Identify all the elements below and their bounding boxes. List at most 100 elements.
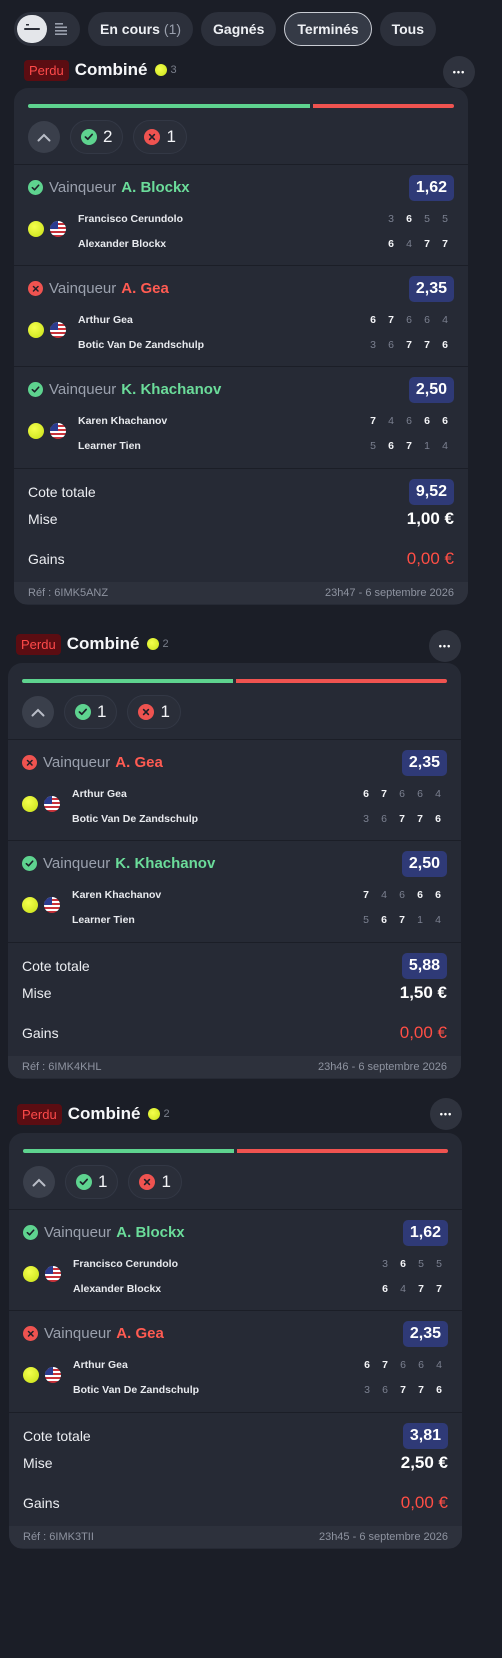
tab-en-cours[interactable]: En cours (1) <box>88 12 194 46</box>
progress-lost <box>237 1149 448 1153</box>
set-score: 6 <box>381 813 387 825</box>
set-score: 6 <box>400 1359 406 1371</box>
score-row: 36776 <box>357 807 447 832</box>
market-label: Vainqueur <box>43 855 111 872</box>
more-options-button[interactable]: ••• <box>443 56 475 88</box>
us-flag-icon <box>50 221 66 237</box>
tab-gagnes[interactable]: Gagnés <box>201 12 277 46</box>
players-list: Francisco Cerundolo Alexander Blockx <box>78 207 183 257</box>
status-badge: Perdu <box>17 1103 62 1125</box>
view-toggle <box>14 12 80 46</box>
cross-circle-icon <box>22 755 37 770</box>
collapse-button[interactable] <box>22 696 54 728</box>
players-list: Karen Khachanov Learner Tien <box>78 409 167 459</box>
selection-row[interactable]: Vainqueur A. Gea 2,35 Arthur Gea Botic Van D… <box>9 1310 462 1410</box>
player-name: Francisco Cerundolo <box>73 1258 179 1270</box>
market-label: Vainqueur <box>49 179 117 196</box>
set-score: 7 <box>442 238 448 250</box>
ellipsis-icon: ••• <box>452 67 466 77</box>
odds-badge: 2,50 <box>401 851 447 877</box>
set-score: 4 <box>435 914 441 926</box>
score-row: 67664 <box>357 782 447 807</box>
set-score: 6 <box>400 1258 406 1270</box>
set-score: 6 <box>424 314 430 326</box>
market-label: Vainqueur <box>49 381 117 398</box>
result-summary: 11 <box>23 1165 182 1199</box>
progress-won <box>23 1149 234 1153</box>
set-score: 3 <box>364 1384 370 1396</box>
gains-label: Gains <box>22 1025 59 1041</box>
cross-circle-icon <box>144 129 161 145</box>
collapse-button[interactable] <box>28 121 60 153</box>
tab-label: En cours <box>100 21 160 37</box>
selection-row[interactable]: Vainqueur K. Khachanov 2,50 Karen Khachanov… <box>14 366 468 466</box>
set-score: 6 <box>435 889 441 901</box>
tennis-ball-icon <box>22 796 38 812</box>
check-circle-icon <box>28 382 43 397</box>
result-progress-bar <box>22 679 447 683</box>
tennis-ball-icon <box>23 1266 39 1282</box>
odds-badge: 2,35 <box>401 750 447 776</box>
total-odds-value: 5,88 <box>401 953 447 979</box>
set-score: 6 <box>363 788 369 800</box>
score-row: 6477 <box>376 1277 448 1302</box>
set-score: 4 <box>442 440 448 452</box>
players-list: Arthur Gea Botic Van De Zandschulp <box>78 308 204 358</box>
lost-count: 1 <box>160 702 170 721</box>
set-score: 4 <box>388 415 394 427</box>
set-score: 4 <box>435 788 441 800</box>
set-score: 6 <box>364 1359 370 1371</box>
player-name: Karen Khachanov <box>78 415 168 427</box>
set-score: 1 <box>417 914 423 926</box>
selection-row[interactable]: Vainqueur A. Gea 2,35 Arthur Gea Botic Van D… <box>8 739 461 839</box>
stake-row: Mise 1,50 € <box>22 983 447 1003</box>
won-count: 1 <box>97 702 107 721</box>
stake-value: 1,00 € <box>406 509 454 528</box>
player-name: Alexander Blockx <box>73 1283 162 1295</box>
bet-type: Combiné <box>74 60 148 79</box>
set-score: 7 <box>363 889 369 901</box>
bet-card: 1 1 Vainqueur A. Blockx 1,62 Francisco Cerund… <box>9 1133 462 1549</box>
more-options-button[interactable]: ••• <box>429 630 461 662</box>
list-detail-icon[interactable] <box>47 15 77 43</box>
stake-value: 1,50 € <box>399 983 447 1002</box>
stake-label: Mise <box>22 985 52 1001</box>
player-name: Learner Tien <box>72 914 135 926</box>
set-score: 6 <box>406 415 412 427</box>
selection-row[interactable]: Vainqueur A. Blockx 1,62 Francisco Cerundol… <box>14 164 468 264</box>
ellipsis-icon: ••• <box>439 1109 453 1119</box>
market-label: Vainqueur <box>44 1224 112 1241</box>
stake-label: Mise <box>23 1455 53 1471</box>
check-circle-icon <box>23 1225 38 1240</box>
lost-count: 1 <box>166 127 176 146</box>
tab-tous[interactable]: Tous <box>379 12 437 46</box>
selection-title: Vainqueur A. Blockx <box>28 179 190 196</box>
set-score: 5 <box>436 1258 442 1270</box>
pick-label: A. Blockx <box>116 1224 185 1241</box>
sport-icons <box>28 423 66 439</box>
set-score: 7 <box>388 314 394 326</box>
lost-count-pill: 1 <box>133 120 187 154</box>
total-odds-value: 9,52 <box>408 479 454 505</box>
set-score: 6 <box>388 339 394 351</box>
player-name: Arthur Gea <box>72 788 127 800</box>
bet-header: Perdu Combiné 3 <box>24 57 177 83</box>
bet-footer: Réf : 6IMK5ANZ 23h47 - 6 septembre 2026 <box>14 582 468 604</box>
selection-row[interactable]: Vainqueur A. Blockx 1,62 Francisco Cerundol… <box>9 1209 462 1309</box>
check-circle-icon <box>76 1174 92 1190</box>
selection-row[interactable]: Vainqueur K. Khachanov 2,50 Karen Khachanov… <box>8 840 461 940</box>
bet-totals: Cote totale 3,81 Mise 2,50 € Gains 0,00 € Réf … <box>9 1412 462 1548</box>
players-list: Arthur Gea Botic Van De Zandschulp <box>73 1353 199 1403</box>
list-compact-icon[interactable] <box>17 15 47 43</box>
collapse-button[interactable] <box>23 1166 55 1198</box>
selection-row[interactable]: Vainqueur A. Gea 2,35 Arthur Gea Botic Van D… <box>14 265 468 365</box>
gains-value: 0,00 € <box>399 1023 447 1042</box>
tab-termines[interactable]: Terminés <box>284 12 372 46</box>
set-score: 7 <box>381 788 387 800</box>
selection-title: Vainqueur A. Gea <box>22 754 163 771</box>
more-options-button[interactable]: ••• <box>430 1098 462 1130</box>
set-score: 7 <box>382 1359 388 1371</box>
set-score: 5 <box>424 213 430 225</box>
score-table: 6766436776 <box>364 308 454 358</box>
set-score: 4 <box>381 889 387 901</box>
